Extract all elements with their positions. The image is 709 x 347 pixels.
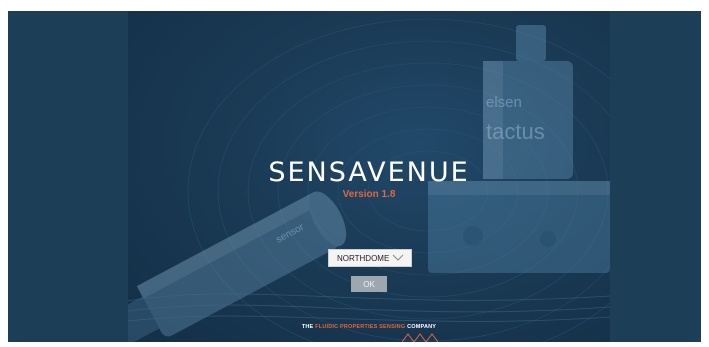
chevron-down-icon (392, 254, 404, 261)
brand-fragment-text: elsen (486, 94, 522, 111)
footer-highlight: FLUIDIC PROPERTIES SENSING (315, 324, 406, 330)
footer-tagline: THE FLUIDIC PROPERTIES SENSING COMPANY (128, 324, 610, 330)
wave-logo-icon (402, 333, 438, 342)
splash-window: elsen tactus sensor SENSAVENUE Version 1… (8, 11, 701, 342)
version-label: Version 1.8 (342, 189, 396, 200)
product-fragment-text: tactus (486, 119, 545, 144)
splash-panel: elsen tactus sensor SENSAVENUE Version 1… (128, 11, 610, 342)
footer-prefix: THE (301, 324, 314, 330)
ok-button[interactable]: OK (351, 276, 387, 292)
device-select[interactable]: NORTHDOME (328, 249, 412, 267)
app-logo: SENSAVENUE (268, 157, 470, 188)
footer-suffix: COMPANY (407, 324, 437, 330)
device-select-value: NORTHDOME (337, 253, 390, 263)
